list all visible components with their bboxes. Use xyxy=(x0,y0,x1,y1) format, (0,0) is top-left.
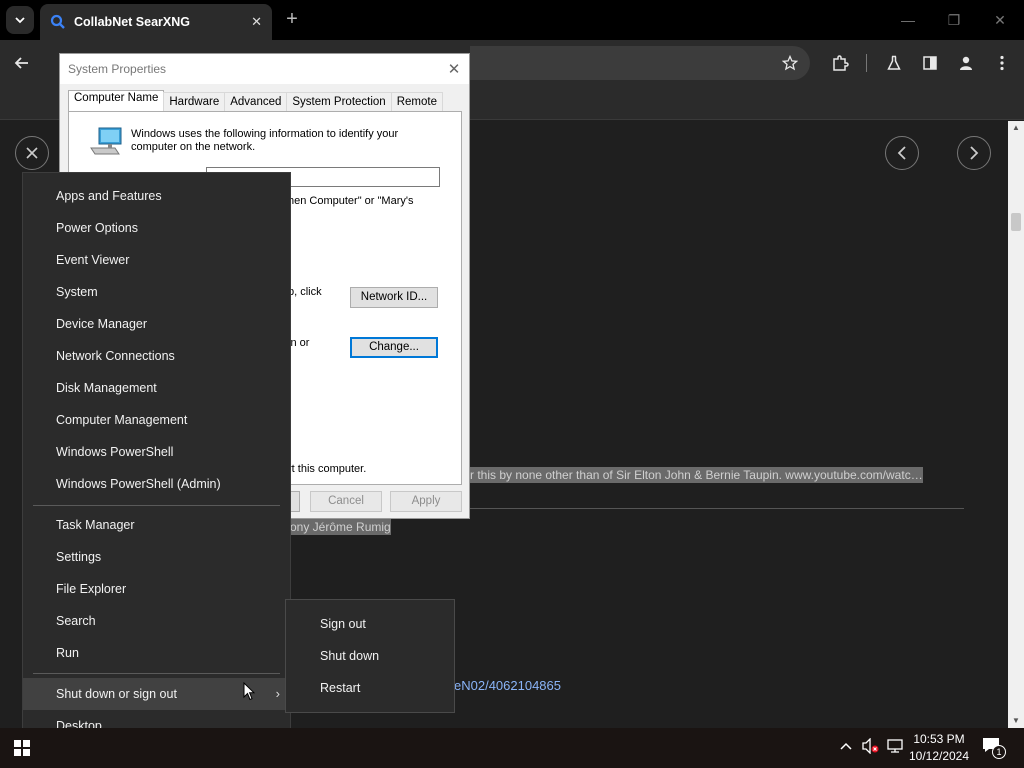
menu-item-system[interactable]: System xyxy=(23,276,290,308)
cancel-button[interactable]: Cancel xyxy=(310,491,382,512)
change-button[interactable]: Change... xyxy=(350,337,438,358)
menu-item-search[interactable]: Search xyxy=(23,605,290,637)
selected-text-line: r this by none other than of Sir Elton J… xyxy=(470,467,923,483)
tab-hardware[interactable]: Hardware xyxy=(163,92,226,112)
browser-tab-bar: CollabNet SearXNG ✕ + — ❐ ✕ xyxy=(0,0,1024,40)
tab-collabnet-searxng[interactable]: CollabNet SearXNG ✕ xyxy=(40,4,272,40)
network-icon xyxy=(887,739,903,753)
dialog-tabs: Computer Name Hardware Advanced System P… xyxy=(68,90,443,112)
volume-button[interactable] xyxy=(862,737,880,757)
show-hidden-icons-button[interactable] xyxy=(840,738,852,754)
ok-button[interactable] xyxy=(290,491,300,512)
submenu-item-restart[interactable]: Restart xyxy=(286,672,454,704)
scroll-thumb[interactable] xyxy=(1011,213,1021,231)
winx-context-menu: Apps and Features Power Options Event Vi… xyxy=(22,172,291,750)
menu-item-network-connections[interactable]: Network Connections xyxy=(23,340,290,372)
previous-button[interactable] xyxy=(885,136,919,170)
menu-item-disk-management[interactable]: Disk Management xyxy=(23,372,290,404)
restart-note-text: rt this computer. xyxy=(288,463,367,475)
tab-remote[interactable]: Remote xyxy=(390,92,443,112)
tab-computer-name[interactable]: Computer Name xyxy=(68,90,165,112)
next-button[interactable] xyxy=(957,136,991,170)
dialog-intro-text: Windows uses the following information t… xyxy=(131,128,399,153)
windows-logo-icon xyxy=(14,740,30,756)
menu-item-event-viewer[interactable]: Event Viewer xyxy=(23,244,290,276)
menu-separator xyxy=(33,505,280,506)
address-bar[interactable] xyxy=(470,46,810,80)
restore-button[interactable]: ❐ xyxy=(934,6,974,34)
taskbar: 10:53 PM 10/12/2024 1 xyxy=(0,728,1024,768)
star-icon xyxy=(782,55,798,71)
person-icon xyxy=(960,56,972,70)
submenu-item-shut-down[interactable]: Shut down xyxy=(286,640,454,672)
menu-item-windows-powershell-admin[interactable]: Windows PowerShell (Admin) xyxy=(23,468,290,500)
apply-button[interactable]: Apply xyxy=(390,491,462,512)
menu-item-apps-and-features[interactable]: Apps and Features xyxy=(23,180,290,212)
tab-title: CollabNet SearXNG xyxy=(74,15,191,29)
tab-list-button[interactable] xyxy=(6,6,34,34)
puzzle-icon xyxy=(833,55,849,71)
search-icon xyxy=(50,14,65,29)
content-divider xyxy=(470,508,964,509)
labs-button[interactable] xyxy=(880,49,908,77)
dialog-title: System Properties xyxy=(68,62,167,76)
speaker-muted-icon xyxy=(862,737,879,755)
computer-icon xyxy=(90,127,122,155)
minimize-button[interactable]: — xyxy=(888,6,928,34)
new-tab-button[interactable]: + xyxy=(280,8,304,32)
arrow-left-icon xyxy=(14,57,28,69)
menu-item-device-manager[interactable]: Device Manager xyxy=(23,308,290,340)
network-id-hint-text: p, click xyxy=(288,286,322,298)
chevron-down-icon xyxy=(15,17,25,24)
submenu-item-sign-out[interactable]: Sign out xyxy=(286,608,454,640)
extensions-button[interactable] xyxy=(826,49,854,77)
more-vertical-icon xyxy=(1000,55,1004,71)
menu-separator xyxy=(33,673,280,674)
scroll-down-arrow[interactable]: ▼ xyxy=(1008,714,1024,728)
profile-button[interactable] xyxy=(952,49,980,77)
scroll-up-arrow[interactable]: ▲ xyxy=(1008,121,1024,135)
menu-item-task-manager[interactable]: Task Manager xyxy=(23,509,290,541)
menu-button[interactable] xyxy=(988,49,1016,77)
tab-close-button[interactable]: ✕ xyxy=(251,14,262,30)
dialog-titlebar[interactable]: System Properties ✕ xyxy=(60,54,469,84)
side-panel-icon xyxy=(923,56,937,70)
menu-item-run[interactable]: Run xyxy=(23,637,290,669)
notification-count-badge: 1 xyxy=(992,745,1006,759)
selected-text-author: ony Jérôme Rumig xyxy=(290,519,391,535)
chevron-right-icon: › xyxy=(275,686,280,701)
clock-time[interactable]: 10:53 PM xyxy=(908,732,970,746)
notification-center-button[interactable]: 1 xyxy=(982,737,1006,759)
network-id-button[interactable]: Network ID... xyxy=(350,287,438,308)
chevron-right-icon xyxy=(970,146,979,160)
shutdown-submenu: Sign out Shut down Restart xyxy=(285,599,455,713)
bookmark-star-button[interactable] xyxy=(776,49,804,77)
description-example-text: hen Computer" or "Mary's xyxy=(288,195,414,207)
menu-item-computer-management[interactable]: Computer Management xyxy=(23,404,290,436)
mouse-cursor-icon xyxy=(243,682,255,701)
start-button[interactable] xyxy=(14,740,30,759)
menu-item-label: Shut down or sign out xyxy=(56,687,177,701)
chevron-left-icon xyxy=(897,146,906,160)
menu-item-power-options[interactable]: Power Options xyxy=(23,212,290,244)
menu-item-file-explorer[interactable]: File Explorer xyxy=(23,573,290,605)
close-icon xyxy=(26,147,38,159)
network-button[interactable] xyxy=(886,738,904,757)
close-viewer-button[interactable] xyxy=(15,136,49,170)
back-button[interactable] xyxy=(8,49,36,77)
clock-date[interactable]: 10/12/2024 xyxy=(908,749,970,763)
tab-system-protection[interactable]: System Protection xyxy=(286,92,392,112)
window-close-button[interactable]: ✕ xyxy=(980,6,1020,34)
flask-icon xyxy=(887,55,901,70)
menu-item-settings[interactable]: Settings xyxy=(23,541,290,573)
dialog-close-button[interactable]: ✕ xyxy=(439,60,469,78)
toolbar-separator xyxy=(866,54,867,72)
page-scrollbar[interactable]: ▲ ▼ xyxy=(1008,121,1024,728)
tab-advanced[interactable]: Advanced xyxy=(224,92,288,112)
result-link[interactable]: eN02/4062104865 xyxy=(454,678,561,693)
side-panel-button[interactable] xyxy=(916,49,944,77)
rename-hint-text: in or xyxy=(288,337,310,349)
chevron-up-icon xyxy=(840,742,852,750)
menu-item-windows-powershell[interactable]: Windows PowerShell xyxy=(23,436,290,468)
